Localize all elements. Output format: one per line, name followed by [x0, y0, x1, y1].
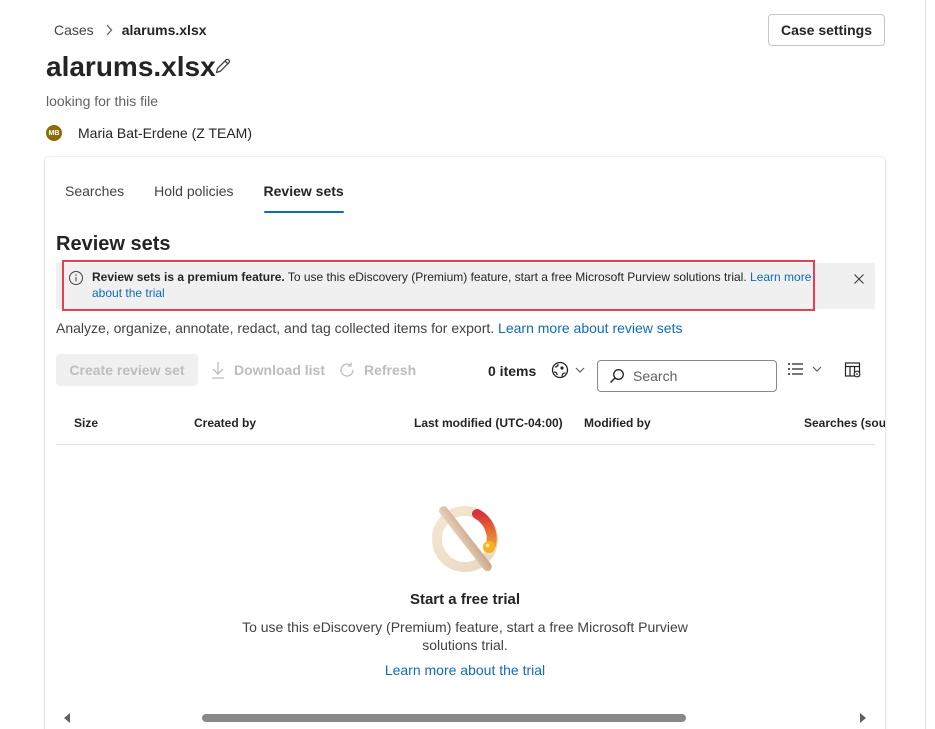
download-list-label: Download list [234, 362, 325, 378]
case-settings-button[interactable]: Case settings [768, 14, 885, 46]
empty-state: Start a free trial To use this eDiscover… [45, 497, 885, 678]
scroll-left-arrow-icon[interactable] [63, 713, 71, 723]
refresh-icon [340, 362, 354, 377]
column-header-modified-by[interactable]: Modified by [584, 416, 651, 430]
horizontal-scrollbar[interactable] [56, 709, 875, 725]
table-header: Size Created by Last modified (UTC-04:00… [56, 407, 885, 445]
section-description: Analyze, organize, annotate, redact, and… [56, 320, 682, 336]
refresh-button[interactable]: Refresh [338, 354, 416, 386]
create-review-set-button[interactable]: Create review set [56, 354, 198, 386]
case-owner: MB Maria Bat-Erdene (Z TEAM) [46, 125, 252, 141]
owner-name: Maria Bat-Erdene (Z TEAM) [78, 125, 253, 141]
column-header-size[interactable]: Size [74, 416, 98, 430]
refresh-label: Refresh [364, 362, 417, 378]
learn-more-review-sets-link[interactable]: Learn more about review sets [498, 320, 682, 336]
dismiss-icon[interactable] [851, 271, 867, 287]
column-header-created-by[interactable]: Created by [194, 416, 256, 430]
search-placeholder: Search [633, 368, 678, 384]
breadcrumb: Cases alarums.xlsx [54, 21, 207, 39]
search-input[interactable]: Search [597, 360, 777, 392]
tab-hold-policies[interactable]: Hold policies [154, 183, 233, 213]
empty-state-learn-more-link[interactable]: Learn more about the trial [45, 662, 885, 678]
chevron-down-icon [812, 366, 822, 372]
tab-review-sets[interactable]: Review sets [263, 183, 344, 213]
download-icon [212, 362, 224, 379]
view-options-dropdown[interactable] [787, 361, 822, 377]
section-description-text: Analyze, organize, annotate, redact, and… [56, 320, 495, 336]
toolbar: Create review set Download list Refresh … [56, 354, 875, 392]
case-tabs: Searches Hold policies Review sets [65, 183, 374, 213]
items-count: 0 items [488, 363, 537, 379]
scroll-right-arrow-icon[interactable] [859, 713, 867, 723]
breadcrumb-current: alarums.xlsx [121, 22, 207, 38]
list-view-icon [788, 363, 803, 375]
case-description: looking for this file [46, 93, 159, 109]
trial-illustration [432, 506, 498, 572]
chevron-down-icon [575, 367, 585, 373]
breadcrumb-cases-link[interactable]: Cases [54, 22, 94, 38]
window-edge [925, 0, 926, 729]
review-sets-card: Searches Hold policies Review sets Revie… [45, 157, 885, 729]
column-header-last-modified[interactable]: Last modified (UTC-04:00) [414, 416, 563, 430]
empty-state-description: To use this eDiscovery (Premium) feature… [242, 619, 688, 653]
avatar: MB [46, 125, 62, 141]
globe-icon [551, 361, 569, 379]
banner-highlight-box [62, 260, 815, 311]
download-list-button[interactable]: Download list [210, 354, 325, 386]
column-options-button[interactable] [844, 361, 862, 384]
column-header-searches[interactable]: Searches (sou [804, 416, 885, 430]
chevron-right-icon [105, 24, 113, 36]
tab-searches[interactable]: Searches [65, 183, 124, 213]
search-icon [610, 369, 624, 383]
empty-state-title: Start a free trial [409, 591, 521, 608]
globe-dropdown[interactable] [551, 361, 585, 379]
column-options-icon [844, 362, 861, 378]
page-title: alarums.xlsx [46, 51, 216, 82]
scrollbar-thumb[interactable] [202, 714, 686, 722]
section-title: Review sets [56, 233, 171, 255]
edit-pencil-icon[interactable] [213, 56, 233, 76]
